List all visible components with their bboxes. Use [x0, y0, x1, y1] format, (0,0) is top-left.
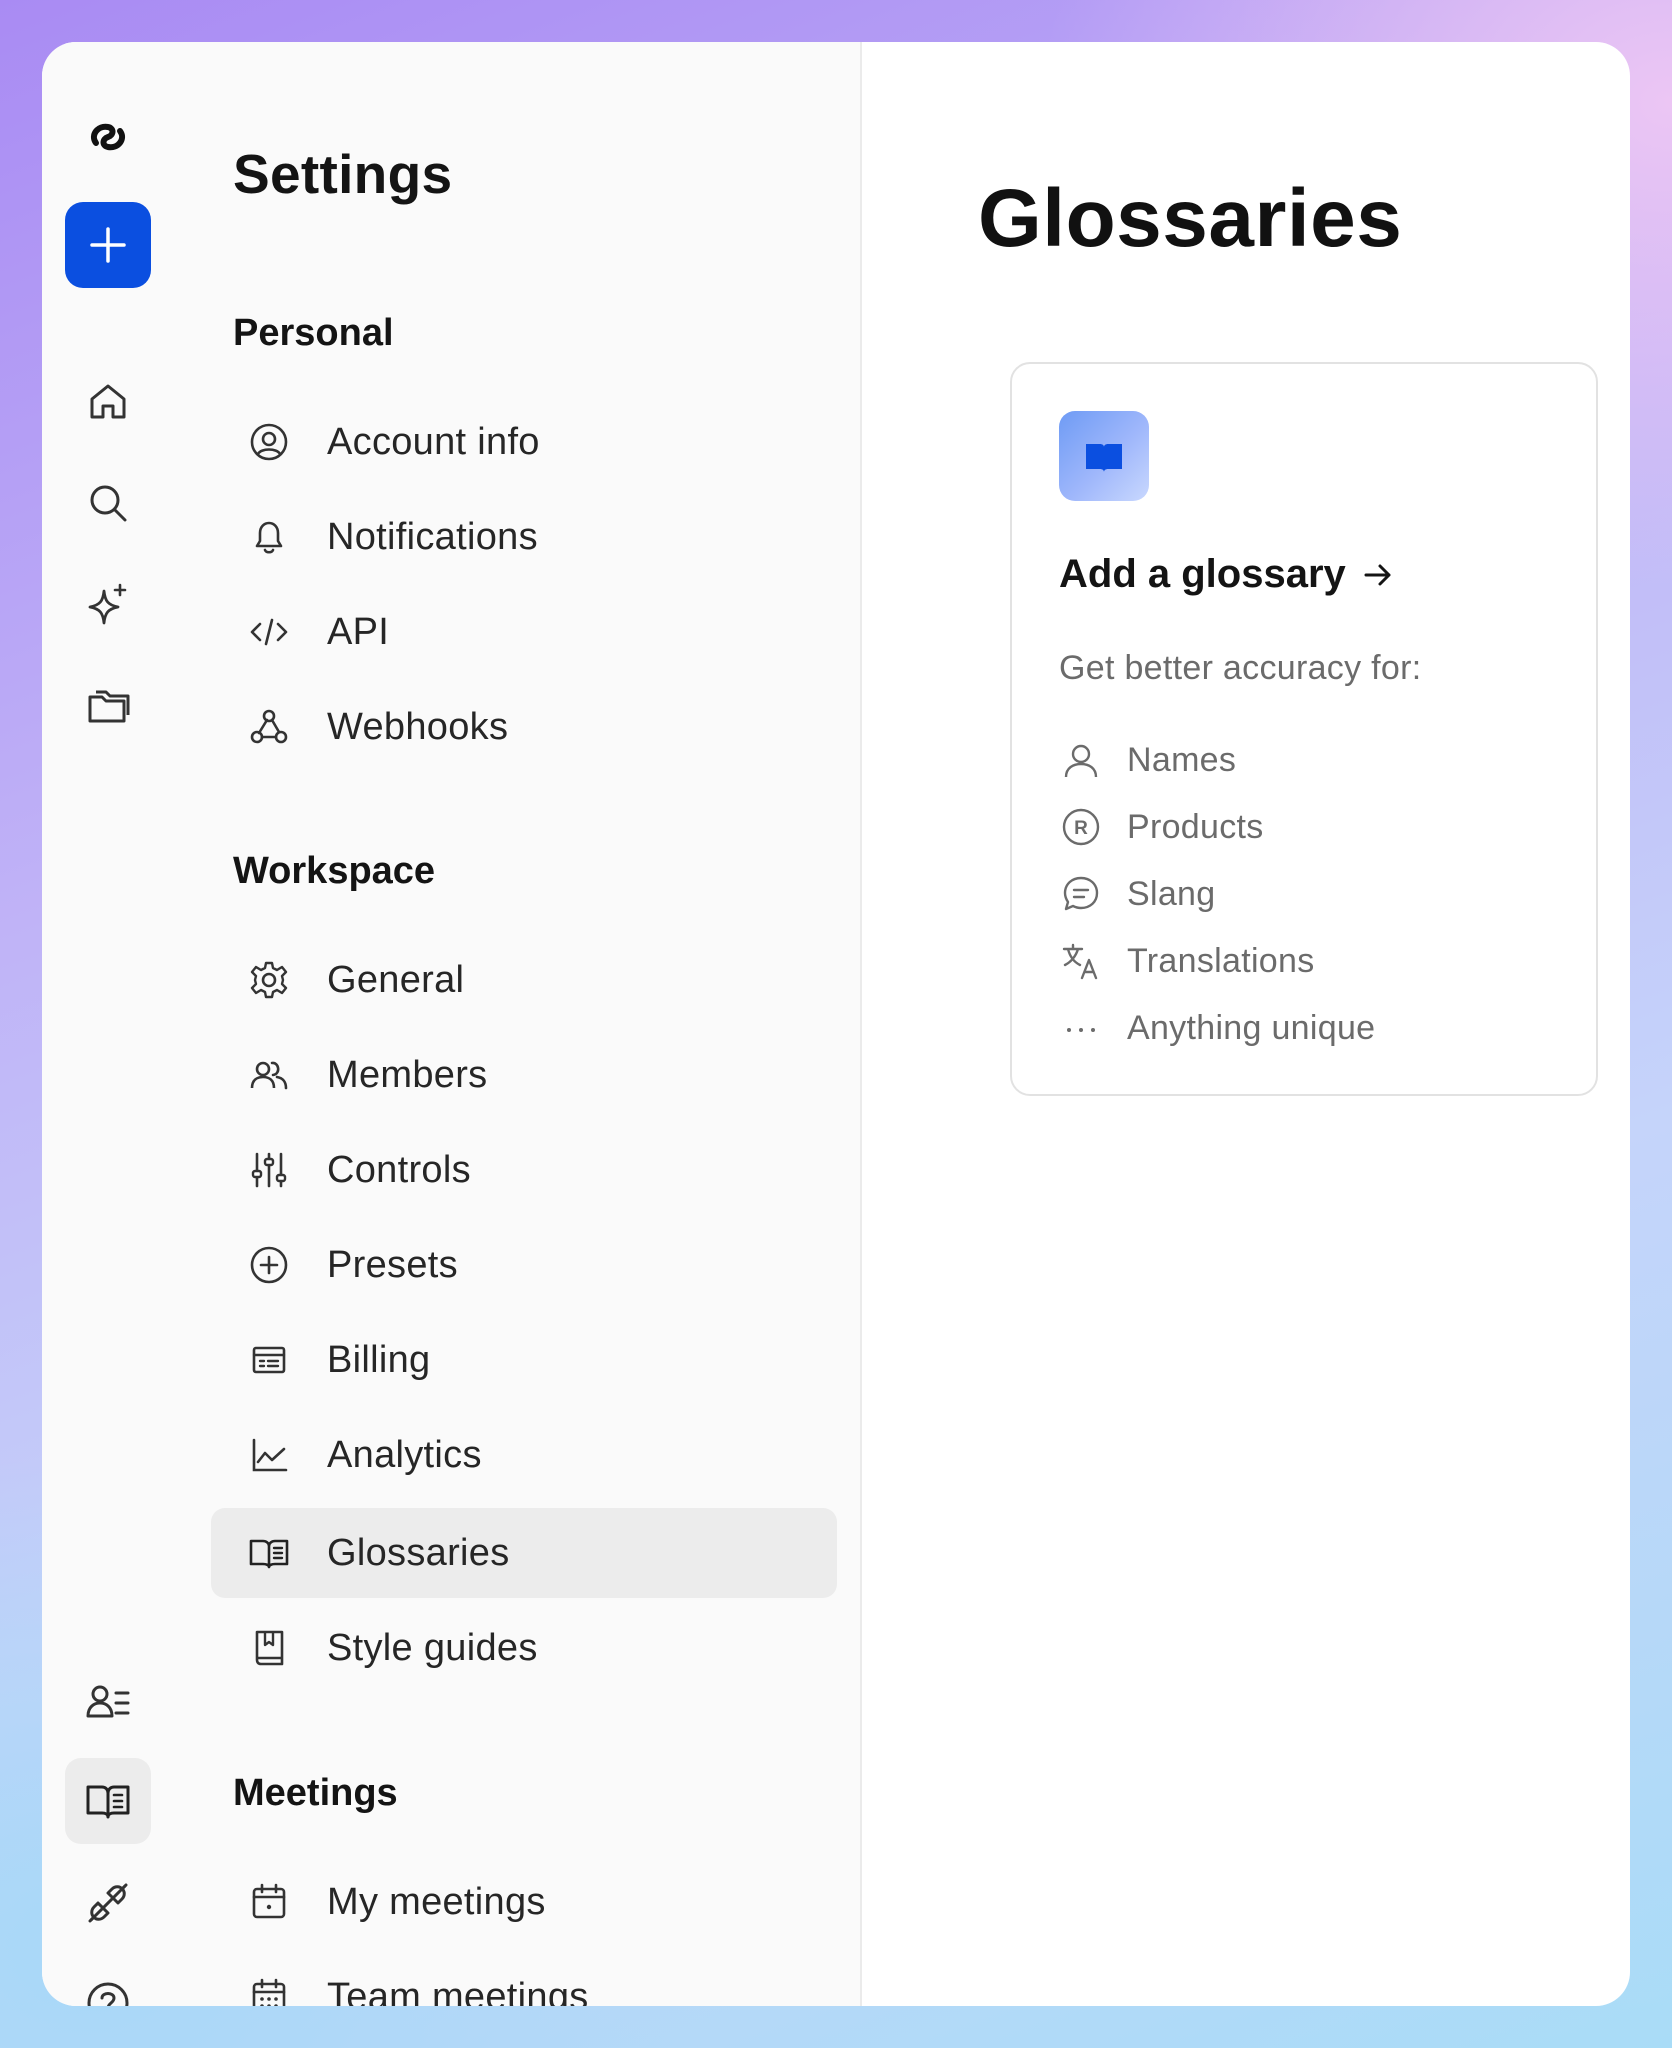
icon-rail: [42, 42, 189, 2006]
nav-item-label: Billing: [327, 1338, 431, 1381]
logo-icon[interactable]: [65, 94, 151, 180]
ai-button[interactable]: [65, 562, 151, 648]
nav-item-label: Webhooks: [327, 705, 509, 748]
chat-bubble-icon: [1059, 872, 1103, 916]
nav-item-label: Controls: [327, 1148, 471, 1191]
feature-translations: Translations: [1059, 933, 1315, 989]
main-content: Glossaries Add a glossary Get better acc…: [860, 42, 1630, 2006]
glossary-rail-button[interactable]: [65, 1758, 151, 1844]
nav-item-billing[interactable]: Billing: [211, 1315, 837, 1405]
book-open-icon: [241, 1525, 297, 1581]
page-title: Glossaries: [978, 173, 1403, 264]
nav-item-label: API: [327, 610, 390, 653]
line-chart-icon: [241, 1427, 297, 1483]
ellipsis-icon: [1059, 1006, 1103, 1050]
section-personal: Personal: [233, 312, 394, 354]
nav-item-label: Notifications: [327, 515, 538, 558]
nav-item-label: Analytics: [327, 1433, 482, 1476]
glossary-book-icon: [1059, 411, 1149, 501]
nav-item-account-info[interactable]: Account info: [211, 397, 837, 487]
feature-anything-unique: Anything unique: [1059, 1000, 1375, 1056]
sliders-icon: [241, 1142, 297, 1198]
app-window: Settings Personal Account info Notificat…: [42, 42, 1630, 2006]
feature-names: Names: [1059, 732, 1236, 788]
nav-item-label: Account info: [327, 420, 540, 463]
help-icon: [87, 1982, 129, 2006]
new-button[interactable]: [65, 202, 151, 288]
nav-item-general[interactable]: General: [211, 935, 837, 1025]
integrations-button[interactable]: [65, 1860, 151, 1946]
webhook-icon: [241, 699, 297, 755]
user-icon: [1059, 738, 1103, 782]
nav-item-style-guides[interactable]: Style guides: [211, 1603, 837, 1693]
nav-item-label: Members: [327, 1053, 488, 1096]
home-button[interactable]: [65, 358, 151, 444]
nav-item-notifications[interactable]: Notifications: [211, 492, 837, 582]
users-icon: [241, 1047, 297, 1103]
nav-item-presets[interactable]: Presets: [211, 1220, 837, 1310]
nav-item-label: General: [327, 958, 465, 1001]
sparkle-icon: [88, 583, 127, 625]
nav-item-webhooks[interactable]: Webhooks: [211, 682, 837, 772]
section-workspace: Workspace: [233, 850, 436, 892]
settings-nav: Settings Personal Account info Notificat…: [187, 42, 862, 2006]
search-icon: [90, 485, 127, 522]
code-icon: [241, 604, 297, 660]
contacts-button[interactable]: [65, 1658, 151, 1744]
bell-icon: [241, 509, 297, 565]
contacts-icon: [86, 1685, 130, 1718]
feature-label: Anything unique: [1127, 1008, 1376, 1047]
user-circle-icon: [241, 414, 297, 470]
home-icon: [90, 384, 126, 419]
settings-title: Settings: [233, 143, 453, 205]
card-subtitle: Get better accuracy for:: [1059, 649, 1422, 687]
nav-item-label: Style guides: [327, 1626, 538, 1669]
help-button[interactable]: [65, 1960, 151, 2006]
feature-label: Names: [1127, 740, 1237, 779]
receipt-icon: [241, 1332, 297, 1388]
nav-item-team-meetings[interactable]: Team meetings: [211, 1952, 837, 2006]
translate-icon: [1059, 939, 1103, 983]
nav-item-label: Glossaries: [327, 1531, 510, 1574]
nav-item-label: Presets: [327, 1243, 458, 1286]
svg-text:R: R: [1074, 818, 1088, 839]
nav-item-api[interactable]: API: [211, 587, 837, 677]
nav-item-label: Team meetings: [327, 1975, 589, 2007]
nav-item-label: My meetings: [327, 1880, 546, 1923]
calendar-day-icon: [241, 1874, 297, 1930]
plus-icon: [90, 227, 126, 263]
unplug-icon: [88, 1883, 128, 1923]
bookmark-book-icon: [241, 1620, 297, 1676]
nav-item-analytics[interactable]: Analytics: [211, 1410, 837, 1500]
nav-item-my-meetings[interactable]: My meetings: [211, 1857, 837, 1947]
plus-circle-icon: [241, 1237, 297, 1293]
registered-icon: R: [1059, 805, 1103, 849]
add-glossary-label: Add a glossary: [1059, 552, 1346, 596]
glossary-book-icon: [86, 1785, 130, 1819]
folders-icon: [88, 690, 130, 723]
section-meetings: Meetings: [233, 1772, 398, 1814]
files-button[interactable]: [65, 662, 151, 748]
add-glossary-link[interactable]: Add a glossary: [1059, 552, 1396, 597]
nav-item-controls[interactable]: Controls: [211, 1125, 837, 1215]
feature-label: Products: [1127, 807, 1264, 846]
calendar-grid-icon: [241, 1969, 297, 2006]
arrow-right-icon: [1364, 564, 1391, 585]
feature-products: R Products: [1059, 799, 1264, 855]
gear-icon: [241, 952, 297, 1008]
add-glossary-card[interactable]: Add a glossary Get better accuracy for: …: [1010, 362, 1598, 1096]
nav-item-glossaries[interactable]: Glossaries: [211, 1508, 837, 1598]
feature-label: Translations: [1127, 941, 1315, 980]
nav-item-members[interactable]: Members: [211, 1030, 837, 1120]
search-button[interactable]: [65, 460, 151, 546]
feature-slang: Slang: [1059, 866, 1215, 922]
feature-label: Slang: [1127, 874, 1216, 913]
